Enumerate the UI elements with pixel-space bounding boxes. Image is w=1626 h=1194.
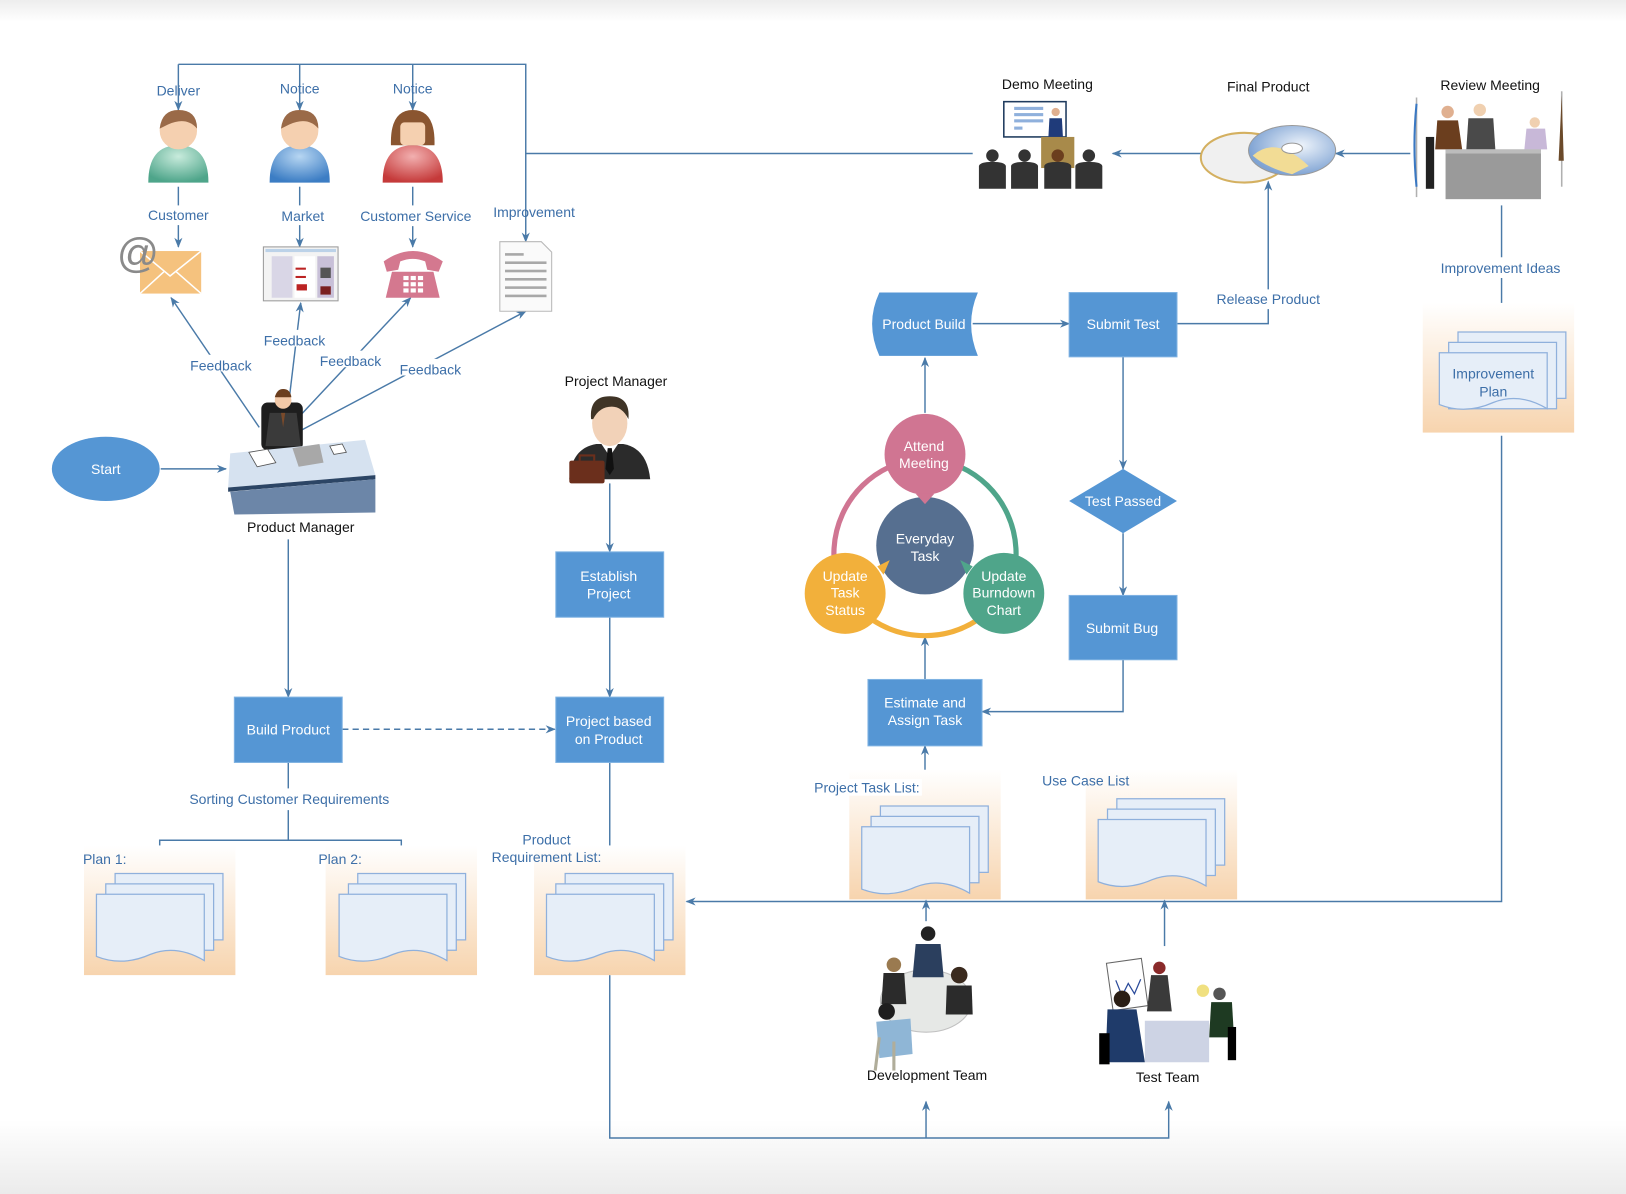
product-requirement-label-line2: Requirement List:	[492, 849, 602, 865]
build-product-box[interactable]: Build Product	[233, 696, 343, 763]
update-burndown-line3: Chart	[987, 602, 1021, 618]
feedback-label-2: Feedback	[264, 332, 326, 348]
customer-service-person-icon	[382, 109, 443, 183]
product-build-node[interactable]: Product Build	[872, 292, 978, 356]
project-based-on-product-box[interactable]: Project based on Product	[555, 696, 665, 763]
document-icon	[499, 241, 553, 312]
improvement-ideas-label: Improvement Ideas	[1441, 260, 1561, 276]
everyday-task-line1: Everyday	[896, 531, 954, 547]
product-requirement-label-line1: Product	[522, 831, 570, 847]
project-based-line1: Project based	[566, 713, 652, 729]
submit-bug-label: Submit Bug	[1086, 620, 1158, 636]
flowchart-canvas: Deliver Notice Notice Customer Market Cu…	[51, 63, 1575, 1139]
estimate-assign-box[interactable]: Estimate and Assign Task	[867, 678, 983, 747]
feedback-label-1: Feedback	[190, 357, 252, 373]
demo-meeting-icon	[978, 100, 1103, 189]
attend-meeting-line1: Attend	[904, 438, 944, 454]
build-product-label: Build Product	[247, 721, 330, 737]
submit-bug-box[interactable]: Submit Bug	[1068, 594, 1178, 661]
attend-meeting-node[interactable]: Attend Meeting	[884, 413, 966, 505]
telephone-icon	[383, 251, 443, 298]
test-team-label: Test Team	[1136, 1069, 1200, 1085]
notice-label-service: Notice	[393, 80, 433, 96]
improvement-plan-line2: Plan	[1479, 383, 1507, 399]
email-at-icon: @	[117, 230, 202, 295]
submit-test-box[interactable]: Submit Test	[1068, 292, 1178, 358]
feedback-label-3: Feedback	[320, 353, 382, 369]
plan-1-label: Plan 1:	[83, 851, 127, 867]
final-product-label: Final Product	[1227, 78, 1310, 94]
development-team-label: Development Team	[867, 1067, 987, 1083]
market-label: Market	[281, 208, 324, 224]
establish-project-box[interactable]: Establish Project	[555, 551, 665, 618]
product-build-label: Product Build	[882, 316, 965, 332]
review-meeting-label: Review Meeting	[1440, 77, 1540, 93]
sorting-requirements-label: Sorting Customer Requirements	[189, 791, 389, 807]
project-manager-label: Project Manager	[565, 373, 668, 389]
use-case-list-panel[interactable]	[1085, 769, 1238, 900]
development-team-icon	[873, 926, 973, 1071]
market-person-icon	[269, 109, 330, 183]
review-meeting-icon	[1413, 91, 1564, 200]
demo-meeting-label: Demo Meeting	[1002, 76, 1093, 92]
test-team-icon	[1099, 957, 1237, 1065]
notice-label-market: Notice	[280, 80, 320, 96]
improvement-plan-panel[interactable]: Improvement Plan	[1422, 302, 1575, 433]
improvement-label: Improvement	[493, 204, 575, 220]
cd-disc-icon	[1199, 125, 1337, 184]
use-case-list-label: Use Case List	[1042, 772, 1129, 788]
update-task-status-line1: Update	[823, 568, 868, 584]
product-manager-icon	[228, 389, 376, 515]
update-task-status-line3: Status	[825, 602, 865, 618]
everyday-task-node[interactable]: Everyday Task	[876, 496, 974, 595]
project-based-line2: on Product	[575, 731, 643, 747]
establish-project-line1: Establish	[580, 568, 637, 584]
webpage-icon	[262, 246, 339, 302]
start-node[interactable]: Start	[51, 436, 160, 502]
test-passed-label: Test Passed	[1085, 493, 1161, 509]
everyday-task-line2: Task	[911, 548, 941, 564]
update-task-status-line2: Task	[831, 585, 861, 601]
deliver-label: Deliver	[157, 82, 201, 98]
attend-meeting-line2: Meeting	[899, 455, 949, 471]
customer-service-label: Customer Service	[360, 208, 471, 224]
update-burndown-line2: Burndown	[972, 585, 1035, 601]
project-manager-icon	[569, 396, 651, 484]
estimate-assign-line1: Estimate and	[884, 694, 966, 710]
customer-person-icon	[148, 109, 209, 183]
svg-text:@: @	[117, 230, 159, 277]
product-manager-label: Product Manager	[247, 519, 355, 535]
project-task-list-label: Project Task List:	[814, 780, 920, 796]
customer-label: Customer	[148, 207, 209, 223]
submit-test-label: Submit Test	[1087, 316, 1160, 332]
test-passed-decision[interactable]: Test Passed	[1069, 468, 1177, 534]
establish-project-line2: Project	[587, 586, 631, 602]
release-product-label: Release Product	[1216, 291, 1320, 307]
update-burndown-line1: Update	[981, 568, 1026, 584]
start-label: Start	[91, 461, 121, 477]
plan-2-label: Plan 2:	[318, 851, 362, 867]
feedback-label-4: Feedback	[400, 361, 462, 377]
improvement-plan-line1: Improvement	[1452, 366, 1534, 382]
estimate-assign-line2: Assign Task	[888, 712, 963, 728]
